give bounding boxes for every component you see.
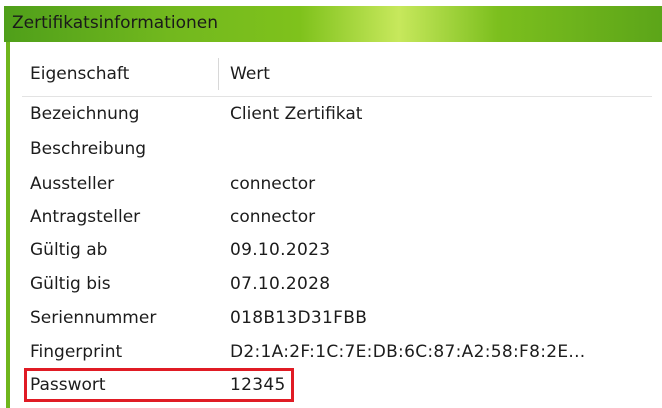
- property-value: 09.10.2023: [230, 240, 331, 260]
- certificate-info-panel: Zertifikatsinformationen Eigenschaft Wer…: [0, 0, 662, 408]
- table-row-seriennummer[interactable]: Seriennummer 018B13D31FBB: [22, 302, 652, 336]
- panel-title: Zertifikatsinformationen: [12, 13, 219, 33]
- property-value: connector: [230, 207, 316, 227]
- table-row-beschreibung[interactable]: Beschreibung: [22, 133, 652, 167]
- table-header: Eigenschaft Wert: [22, 52, 652, 97]
- table-row-fingerprint[interactable]: Fingerprint D2:1A:2F:1C:7E:DB:6C:87:A2:5…: [22, 336, 652, 370]
- table-row-antragsteller[interactable]: Antragsteller connector: [22, 201, 652, 235]
- property-name: Antragsteller: [30, 207, 141, 227]
- property-name: Aussteller: [30, 174, 115, 194]
- table-row-aussteller[interactable]: Aussteller connector: [22, 168, 652, 202]
- panel-titlebar: Zertifikatsinformationen: [4, 6, 662, 42]
- table-row-gueltig-ab[interactable]: Gültig ab 09.10.2023: [22, 234, 652, 268]
- property-name: Gültig ab: [30, 240, 108, 260]
- property-name: Gültig bis: [30, 274, 111, 294]
- property-name: Fingerprint: [30, 342, 123, 362]
- password-highlight-box: [24, 368, 294, 402]
- property-value: Client Zertifikat: [230, 104, 363, 124]
- table-row-bezeichnung[interactable]: Bezeichnung Client Zertifikat: [22, 98, 652, 132]
- property-value: D2:1A:2F:1C:7E:DB:6C:87:A2:58:F8:2E...: [230, 342, 586, 362]
- property-name: Seriennummer: [30, 308, 157, 328]
- property-value: 07.10.2028: [230, 274, 331, 294]
- property-name: Beschreibung: [30, 139, 147, 159]
- table-row-gueltig-bis[interactable]: Gültig bis 07.10.2028: [22, 268, 652, 302]
- property-name: Bezeichnung: [30, 104, 140, 124]
- column-header-property[interactable]: Eigenschaft: [30, 64, 129, 84]
- property-value: connector: [230, 174, 316, 194]
- column-divider[interactable]: [218, 58, 219, 90]
- column-header-value[interactable]: Wert: [230, 64, 270, 84]
- property-value: 018B13D31FBB: [230, 308, 368, 328]
